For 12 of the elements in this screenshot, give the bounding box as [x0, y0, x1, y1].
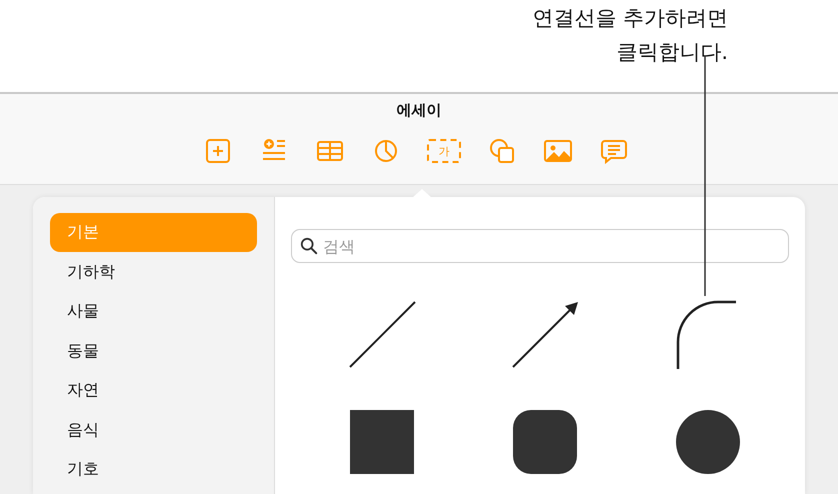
- plus-button[interactable]: [203, 136, 233, 166]
- window-title: 에세이: [396, 101, 442, 120]
- sidebar-item[interactable]: 사물: [50, 292, 257, 330]
- callout-text: 연결선을 추가하려면 클릭합니다.: [532, 5, 728, 66]
- sidebar-item[interactable]: 동물: [50, 332, 257, 370]
- sidebar-item[interactable]: 음식: [50, 410, 257, 449]
- search-field[interactable]: 검색: [291, 229, 789, 263]
- sidebar-item[interactable]: 기호: [50, 450, 257, 488]
- search-icon: [300, 237, 318, 255]
- shapes-button[interactable]: [487, 136, 517, 166]
- sidebar-item[interactable]: 자연: [50, 371, 257, 410]
- sidebar-item[interactable]: 기하학: [50, 252, 257, 291]
